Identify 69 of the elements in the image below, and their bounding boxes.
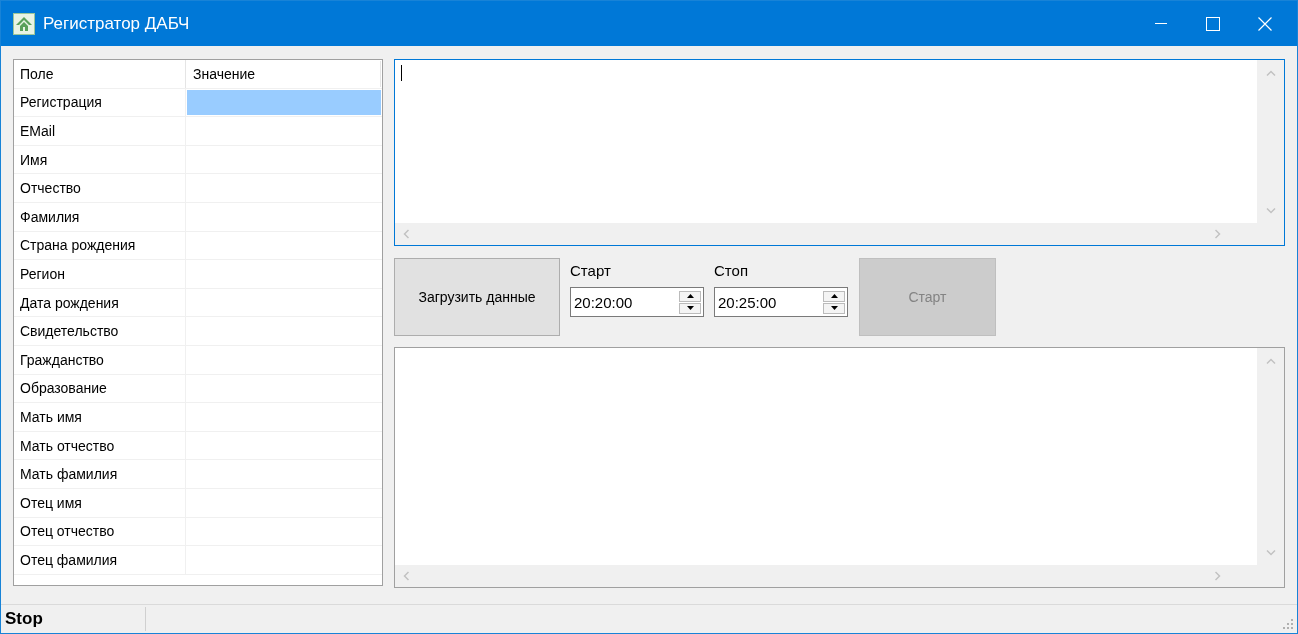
table-cell[interactable]: Мать отчество xyxy=(14,431,187,460)
minimize-icon xyxy=(1155,23,1167,24)
close-icon xyxy=(1258,16,1272,31)
table-cell[interactable]: Дата рождения xyxy=(14,288,187,317)
load-data-button[interactable]: Загрузить данные xyxy=(394,258,560,336)
table-cell[interactable]: Мать имя xyxy=(14,403,187,431)
scroll-down-icon[interactable] xyxy=(1265,550,1276,556)
table-row[interactable]: Мать имя xyxy=(14,403,382,432)
table-cell[interactable]: Образование xyxy=(14,374,187,403)
table-cell[interactable]: EMail xyxy=(14,117,187,145)
table-cell[interactable]: Отец отчество xyxy=(14,517,187,546)
table-row[interactable]: Отчество xyxy=(14,174,382,203)
table-cell[interactable]: Гражданство xyxy=(14,345,187,374)
table-row[interactable]: Мать отчество xyxy=(14,431,382,461)
table-row[interactable]: Отец отчество xyxy=(14,517,382,547)
table-row[interactable]: Дата рождения xyxy=(14,288,382,318)
table-cell[interactable]: Регион xyxy=(14,260,187,288)
column-header[interactable]: Значение xyxy=(187,61,381,87)
scroll-right-icon[interactable] xyxy=(1215,229,1221,239)
table-row[interactable]: Свидетельство xyxy=(14,317,382,346)
text-area[interactable] xyxy=(394,347,1285,588)
spin-up-button[interactable] xyxy=(823,290,845,302)
spin-down-button[interactable] xyxy=(823,302,845,314)
table-row[interactable]: Регион xyxy=(14,260,382,289)
column-header[interactable]: Поле xyxy=(14,60,187,88)
scroll-up-icon[interactable] xyxy=(1265,70,1276,76)
table-cell[interactable] xyxy=(187,89,381,116)
text-area[interactable] xyxy=(394,59,1285,246)
table-cell[interactable]: Фамилия xyxy=(14,202,187,231)
table-cell[interactable]: Имя xyxy=(14,145,187,174)
table-row[interactable]: Имя xyxy=(14,145,382,175)
scroll-up-icon[interactable] xyxy=(1265,358,1276,364)
app-icon xyxy=(13,12,35,35)
table-row[interactable]: Образование xyxy=(14,374,382,404)
up-triangle-icon xyxy=(830,294,838,298)
table-row[interactable]: Отец имя xyxy=(14,488,382,518)
scroll-right-icon[interactable] xyxy=(1215,571,1221,581)
time-value: 20:25:00 xyxy=(717,292,778,313)
resize-grip-icon[interactable] xyxy=(1283,619,1293,629)
table-cell[interactable]: Регистрация xyxy=(14,88,187,117)
scroll-left-icon[interactable] xyxy=(403,571,409,581)
field-label: Старт xyxy=(570,262,612,279)
table-row[interactable]: Отец фамилия xyxy=(14,546,382,575)
table-row[interactable]: Фамилия xyxy=(14,202,382,232)
table-row[interactable]: EMail xyxy=(14,117,382,146)
down-triangle-icon xyxy=(686,306,694,310)
time-value: 20:20:00 xyxy=(573,292,634,313)
table-row[interactable]: Мать фамилия xyxy=(14,460,382,489)
spin-down-button[interactable] xyxy=(679,302,701,314)
spin-up-button[interactable] xyxy=(679,290,701,302)
text-cursor xyxy=(401,65,402,81)
table-row[interactable]: Страна рождения xyxy=(14,231,382,261)
maximize-icon xyxy=(1206,16,1220,31)
table-cell[interactable]: Отчество xyxy=(14,174,187,202)
table-cell[interactable]: Страна рождения xyxy=(14,231,187,260)
time-field[interactable]: 20:20:00 xyxy=(570,287,704,317)
down-triangle-icon xyxy=(830,306,838,310)
up-triangle-icon xyxy=(686,294,694,298)
field-label: Стоп xyxy=(714,262,749,279)
status-text: Stop xyxy=(1,607,146,631)
time-field[interactable]: 20:25:00 xyxy=(714,287,848,317)
table-cell[interactable]: Отец имя xyxy=(14,488,187,517)
table-cell[interactable]: Свидетельство xyxy=(14,317,187,345)
scroll-left-icon[interactable] xyxy=(403,229,409,239)
table-row[interactable]: Гражданство xyxy=(14,345,382,375)
scroll-down-icon[interactable] xyxy=(1265,208,1276,214)
table-cell[interactable]: Мать фамилия xyxy=(14,460,187,488)
table-cell[interactable]: Отец фамилия xyxy=(14,546,187,574)
window-title: Регистратор ДАБЧ xyxy=(43,13,190,34)
